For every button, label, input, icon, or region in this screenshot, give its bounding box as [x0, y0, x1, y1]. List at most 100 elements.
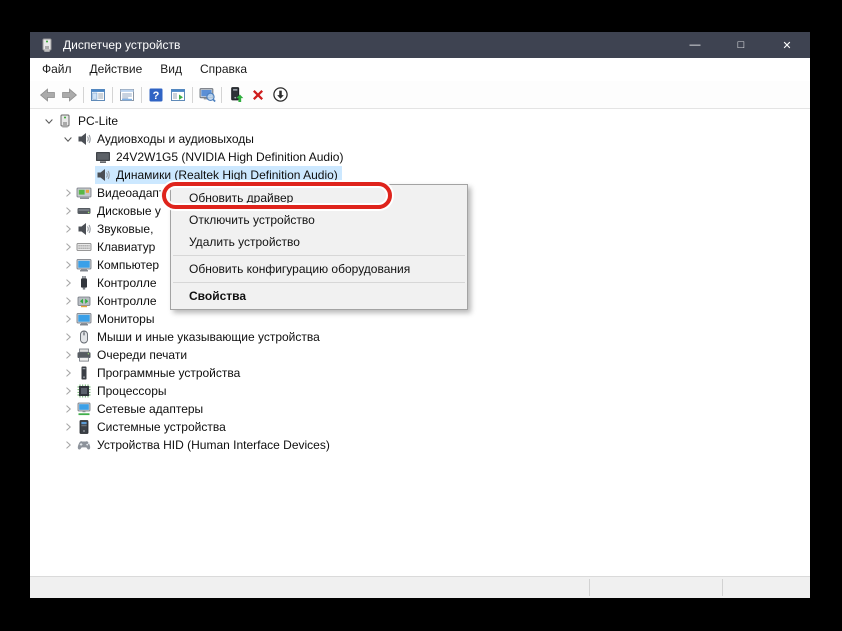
close-button[interactable]: ✕: [764, 32, 810, 58]
storage-controller-icon: [76, 293, 92, 309]
chevron-right-icon[interactable]: [59, 203, 76, 219]
disk-drive-icon: [76, 203, 92, 219]
tree-row-dynamics-realtek[interactable]: Динамики (Realtek High Definition Audio): [30, 166, 810, 184]
tree-label: Видеоадапт: [97, 186, 164, 200]
chevron-right-icon[interactable]: [59, 275, 76, 291]
tree-row-hid-devices[interactable]: Устройства HID (Human Interface Devices): [30, 436, 810, 454]
chevron-right-icon[interactable]: [59, 401, 76, 417]
chevron-right-icon[interactable]: [59, 419, 76, 435]
status-bar: [30, 576, 810, 598]
uninstall-device-icon: [250, 87, 266, 103]
tree-row-system-devices[interactable]: Системные устройства: [30, 418, 810, 436]
tree-label: Аудиовходы и аудиовыходы: [97, 132, 254, 146]
menu-separator: [173, 255, 465, 256]
status-divider: [722, 579, 723, 596]
tree-label: Процессоры: [97, 384, 167, 398]
printer-icon: [76, 347, 92, 363]
uninstall-device-button[interactable]: [247, 84, 269, 106]
tree-label: Мыши и иные указывающие устройства: [97, 330, 320, 344]
menu-help[interactable]: Справка: [191, 58, 256, 81]
tree-label: Звуковые,: [97, 222, 153, 236]
menu-action[interactable]: Действие: [81, 58, 152, 81]
tree-row-monitors[interactable]: Мониторы: [30, 310, 810, 328]
usb-icon: [76, 275, 92, 291]
chevron-right-icon[interactable]: [59, 347, 76, 363]
chevron-right-icon[interactable]: [59, 329, 76, 345]
properties-button[interactable]: [116, 84, 138, 106]
menu-item-uninstall-device[interactable]: Удалить устройство: [171, 231, 467, 253]
titlebar[interactable]: Диспетчер устройств — □ ✕: [30, 32, 810, 58]
disable-device-button[interactable]: [269, 84, 291, 106]
tree-label: Дисковые у: [97, 204, 161, 218]
back-icon: [39, 86, 56, 103]
network-adapter-icon: [76, 401, 92, 417]
menu-item-scan-hardware[interactable]: Обновить конфигурацию оборудования: [171, 258, 467, 280]
help-icon: ?: [148, 87, 164, 103]
forward-button[interactable]: [58, 84, 80, 106]
software-device-icon: [76, 365, 92, 381]
toolbar-separator: [83, 87, 84, 103]
maximize-button[interactable]: □: [718, 32, 764, 58]
tree-label: Контролле: [97, 294, 157, 308]
chevron-right-icon[interactable]: [59, 185, 76, 201]
speaker-icon: [76, 131, 92, 147]
back-button[interactable]: [36, 84, 58, 106]
help-button[interactable]: ?: [145, 84, 167, 106]
tree-row-pc-lite[interactable]: PC-Lite: [30, 112, 810, 130]
system-device-icon: [76, 419, 92, 435]
menu-file[interactable]: Файл: [33, 58, 81, 81]
tree-label: Очереди печати: [97, 348, 187, 362]
chevron-right-icon[interactable]: [59, 311, 76, 327]
menu-item-disable-device[interactable]: Отключить устройство: [171, 209, 467, 231]
chevron-right-icon[interactable]: [59, 383, 76, 399]
tree-row-print-queues[interactable]: Очереди печати: [30, 346, 810, 364]
action-pane-icon: [170, 87, 186, 103]
tree-label: Динамики (Realtek High Definition Audio): [116, 168, 338, 182]
properties-icon: [119, 87, 135, 103]
update-driver-button[interactable]: [225, 84, 247, 106]
tree-row-software-devices[interactable]: Программные устройства: [30, 364, 810, 382]
tree-row-processors[interactable]: Процессоры: [30, 382, 810, 400]
mouse-icon: [76, 329, 92, 345]
hid-icon: [76, 437, 92, 453]
speaker-icon: [95, 167, 111, 183]
chevron-down-icon[interactable]: [59, 131, 76, 147]
minimize-button[interactable]: —: [672, 32, 718, 58]
chevron-right-icon[interactable]: [59, 221, 76, 237]
context-menu: Обновить драйвер Отключить устройство Уд…: [170, 184, 468, 310]
tree-row-network-adapters[interactable]: Сетевые адаптеры: [30, 400, 810, 418]
forward-icon: [61, 86, 78, 103]
chevron-right-icon[interactable]: [59, 293, 76, 309]
status-divider: [589, 579, 590, 596]
toolbar-separator: [141, 87, 142, 103]
menu-view[interactable]: Вид: [151, 58, 191, 81]
tree-label: Устройства HID (Human Interface Devices): [97, 438, 330, 452]
toolbar: ?: [30, 81, 810, 109]
menu-bar: Файл Действие Вид Справка: [30, 58, 810, 81]
tree-row-nvidia-audio[interactable]: 24V2W1G5 (NVIDIA High Definition Audio): [30, 148, 810, 166]
tree-row-audio-inputs[interactable]: Аудиовходы и аудиовыходы: [30, 130, 810, 148]
chevron-right-icon[interactable]: [59, 257, 76, 273]
tree-label: Клавиатур: [97, 240, 155, 254]
toolbar-separator: [192, 87, 193, 103]
show-console-tree-button[interactable]: [87, 84, 109, 106]
action-pane-button[interactable]: [167, 84, 189, 106]
svg-text:?: ?: [153, 90, 160, 102]
chevron-right-icon[interactable]: [59, 239, 76, 255]
chevron-right-icon[interactable]: [59, 365, 76, 381]
menu-item-update-driver[interactable]: Обновить драйвер: [171, 187, 467, 209]
tree-label: 24V2W1G5 (NVIDIA High Definition Audio): [116, 150, 343, 164]
toolbar-separator: [112, 87, 113, 103]
update-driver-icon: [228, 86, 245, 103]
window-title: Диспетчер устройств: [63, 38, 180, 52]
monitor-dark-icon: [95, 149, 111, 165]
scan-hardware-changes-button[interactable]: [196, 84, 218, 106]
computer-icon: [57, 113, 73, 129]
tree-label: Программные устройства: [97, 366, 240, 380]
toolbar-separator: [221, 87, 222, 103]
menu-item-properties[interactable]: Свойства: [171, 285, 467, 307]
chevron-right-icon[interactable]: [59, 437, 76, 453]
tree-row-mice[interactable]: Мыши и иные указывающие устройства: [30, 328, 810, 346]
chevron-down-icon[interactable]: [40, 113, 57, 129]
tree-label: Компьютер: [97, 258, 159, 272]
